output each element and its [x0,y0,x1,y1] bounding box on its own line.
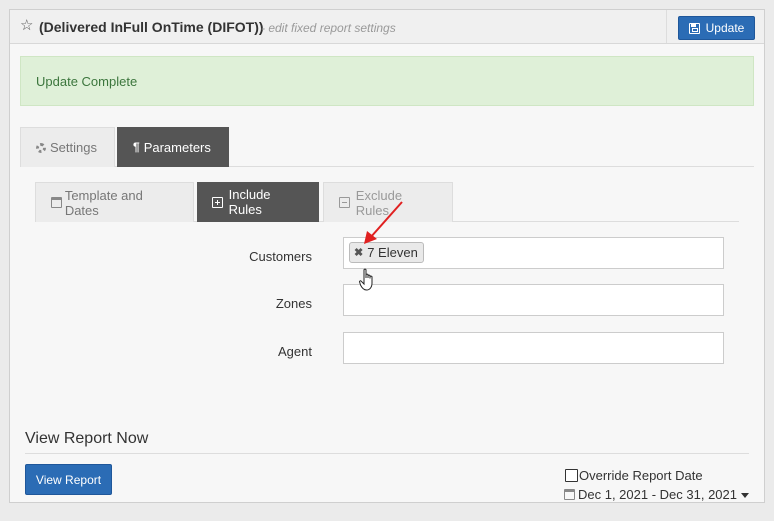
hand-cursor-icon [359,268,373,291]
agent-field[interactable] [343,332,724,364]
caret-down-icon [741,493,749,498]
update-button-label: Update [705,21,745,35]
pilcrow-icon: ¶ [133,140,140,154]
star-icon[interactable]: ☆ [20,18,33,34]
save-icon [688,22,700,34]
annotation-arrow-icon [364,201,403,244]
plus-square-icon [212,196,223,208]
calendar-icon [51,197,62,208]
tab-template-and-dates[interactable]: Template and Dates [35,182,194,222]
tab-template-label: Template and Dates [64,187,143,218]
agent-label: Agent [278,344,312,359]
zones-label: Zones [275,296,312,311]
date-range-text: Dec 1, 2021 - Dec 31, 2021 [578,487,737,502]
customer-tag-label: 7 Eleven [367,245,418,260]
calendar-icon [564,489,575,500]
override-report-date[interactable]: Override Report Date [565,468,703,483]
tab-parameters[interactable]: ¶ Parameters [117,127,229,167]
tab-include-rules[interactable]: Include Rules [197,182,319,222]
tab-settings[interactable]: Settings [20,127,115,167]
zones-field[interactable] [343,284,724,316]
tab-settings-label: Settings [50,140,97,155]
main-tabs: Settings ¶ Parameters [20,127,754,167]
panel-header: ☆ (Delivered InFull OnTime (DIFOT)) - ed… [10,10,764,44]
alert-text: Update Complete [36,74,138,89]
header-divider [666,10,667,43]
remove-tag-icon[interactable]: ✖ [354,246,363,259]
gear-icon [36,142,46,153]
override-label: Override Report Date [579,468,703,483]
update-button[interactable]: Update [678,16,755,40]
view-report-heading: View Report Now [25,430,149,447]
report-subtitle: - edit fixed report settings [261,21,396,35]
section-divider [25,453,749,454]
customers-label: Customers [249,249,312,264]
date-range-picker[interactable]: Dec 1, 2021 - Dec 31, 2021 [564,487,749,502]
report-settings-panel: ☆ (Delivered InFull OnTime (DIFOT)) - ed… [9,9,765,503]
update-complete-alert: Update Complete [20,56,754,106]
view-report-button[interactable]: View Report [25,464,112,495]
report-title: (Delivered InFull OnTime (DIFOT)) [39,19,264,35]
tab-parameters-label: Parameters [143,139,211,155]
minus-square-icon [339,197,350,208]
tab-include-label: Include Rules [228,187,271,217]
override-checkbox[interactable] [565,469,578,482]
